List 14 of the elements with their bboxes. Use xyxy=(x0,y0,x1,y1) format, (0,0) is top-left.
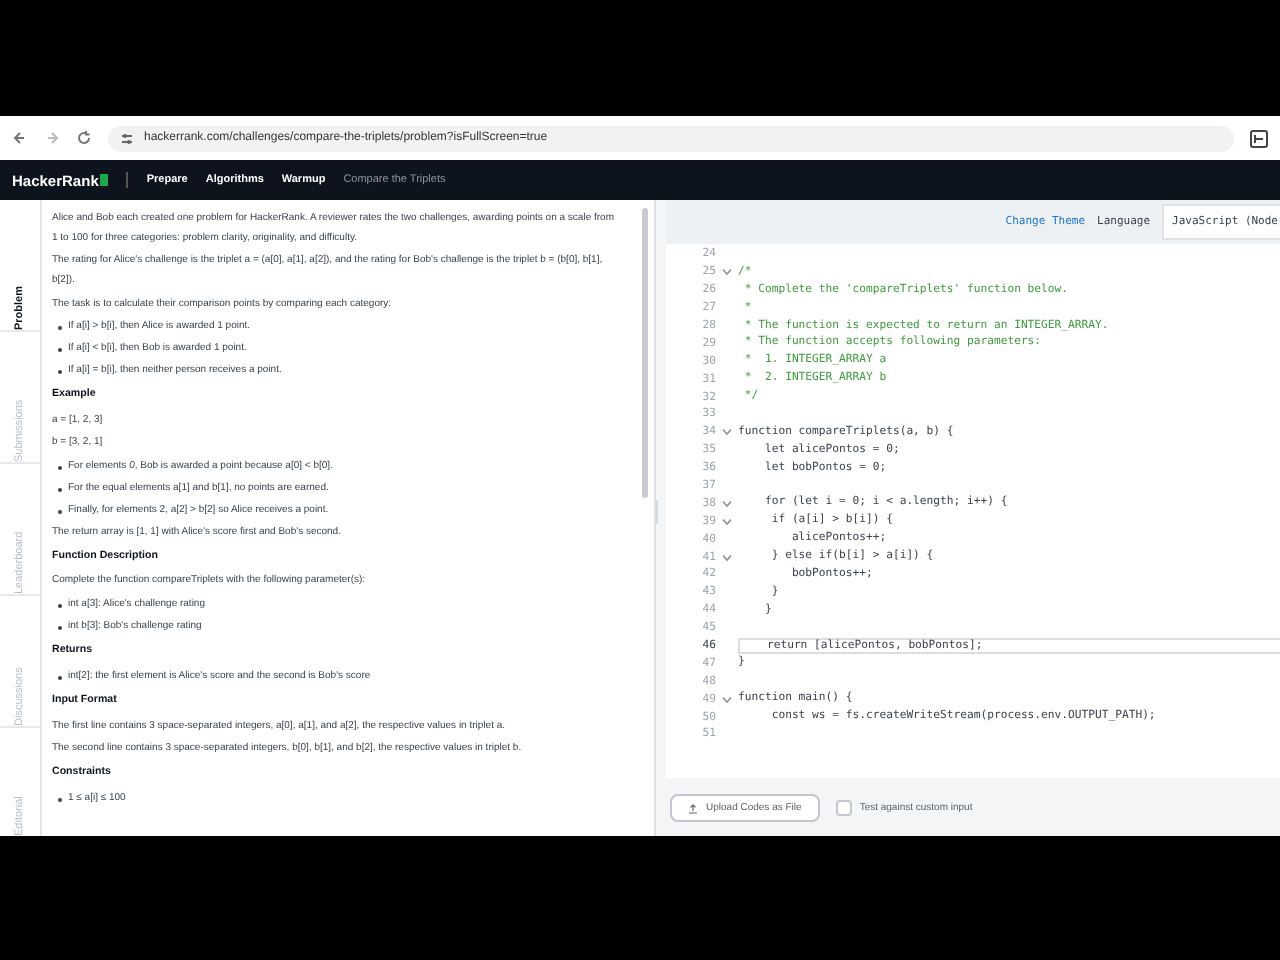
fold-chevron-icon[interactable] xyxy=(722,695,732,704)
fold-chevron-icon[interactable] xyxy=(722,553,732,562)
extension-icon[interactable] xyxy=(1250,129,1268,147)
upload-icon xyxy=(688,803,698,813)
fold-chevron-icon[interactable] xyxy=(722,268,732,277)
reload-icon[interactable] xyxy=(76,130,92,146)
scrollbar[interactable] xyxy=(642,208,648,498)
fold-chevron-icon[interactable] xyxy=(722,499,732,508)
site-info-icon[interactable] xyxy=(120,131,134,145)
checkbox[interactable] xyxy=(835,800,852,816)
back-icon[interactable] xyxy=(12,130,28,146)
fold-chevron-icon[interactable] xyxy=(722,517,732,526)
forward-icon[interactable] xyxy=(44,130,60,146)
fold-chevron-icon[interactable] xyxy=(722,428,732,437)
